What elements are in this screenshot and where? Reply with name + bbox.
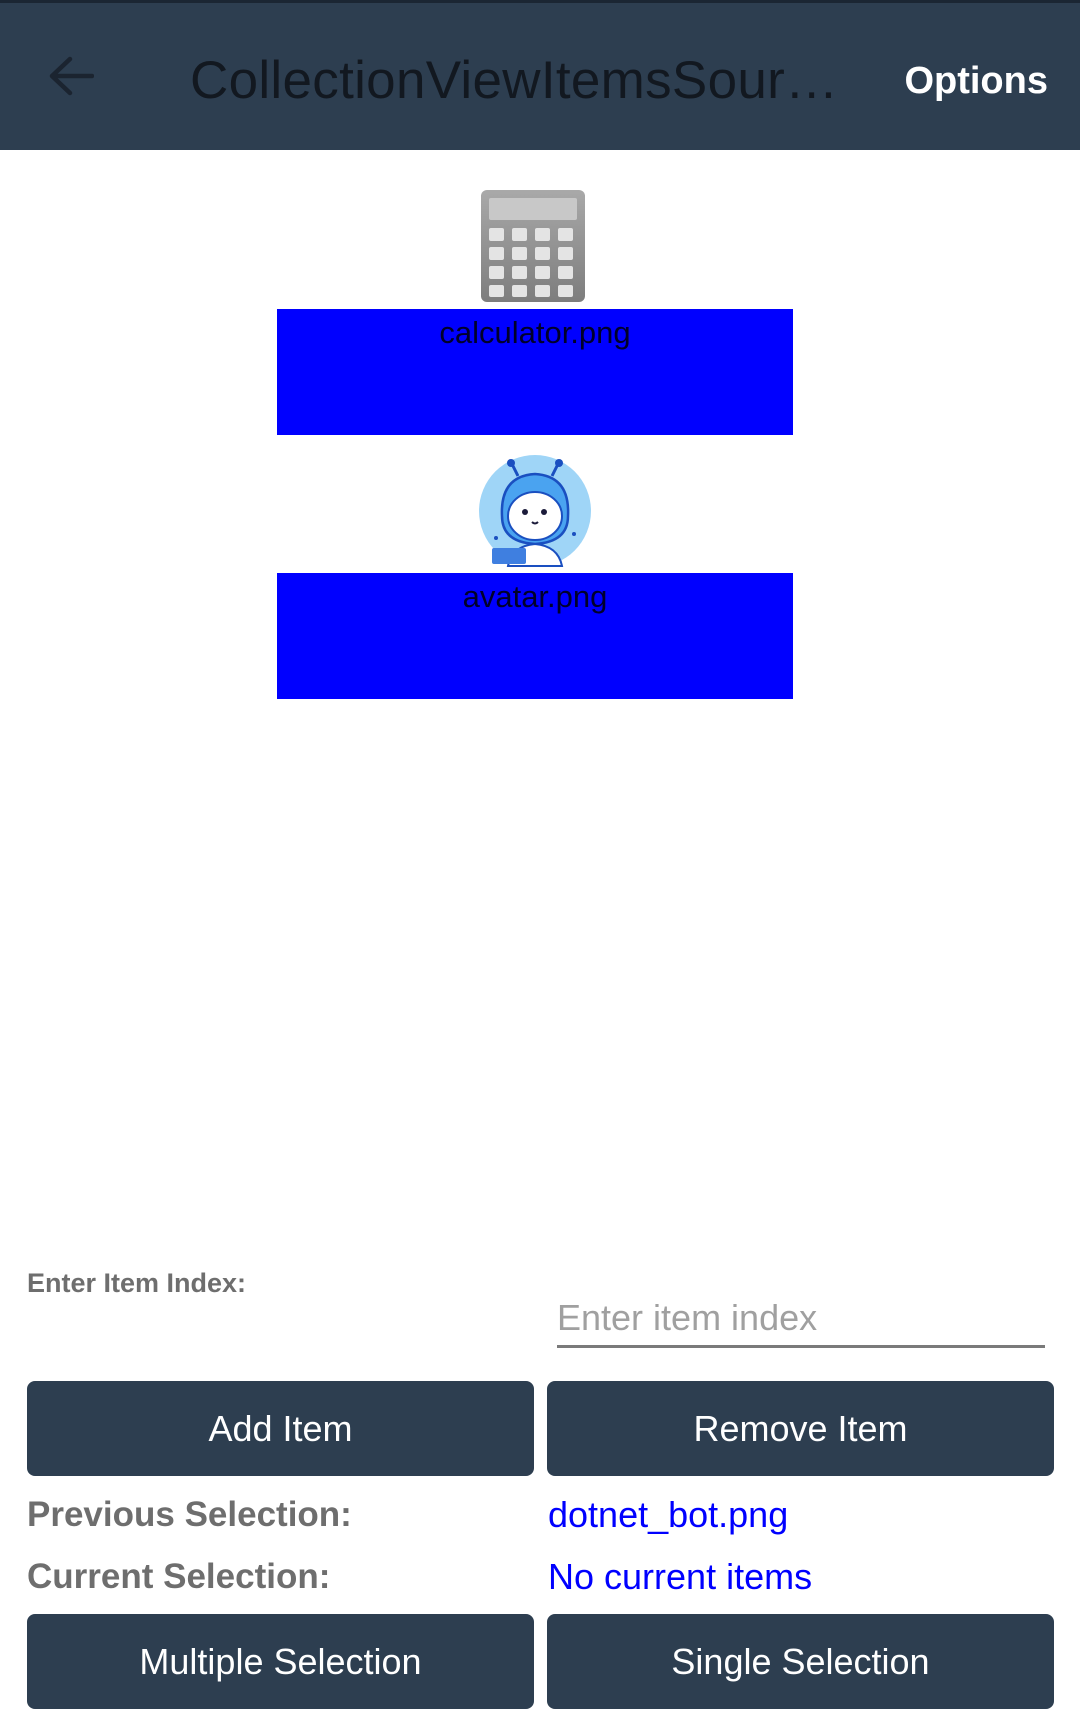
options-button[interactable]: Options — [904, 53, 1048, 109]
item-index-input[interactable] — [557, 1290, 1045, 1348]
current-selection-label: Current Selection: — [27, 1557, 331, 1596]
item-label: avatar.png — [462, 579, 608, 614]
avatar-icon — [479, 455, 591, 567]
item-label-box[interactable]: avatar.png — [277, 573, 793, 699]
collection-item-avatar[interactable]: avatar.png — [0, 414, 1080, 699]
previous-selection-label: Previous Selection: — [27, 1495, 352, 1534]
remove-item-button[interactable]: Remove Item — [547, 1381, 1054, 1476]
multiple-selection-button[interactable]: Multiple Selection — [27, 1614, 534, 1709]
app-bar: CollectionViewItemsSour… Options — [0, 0, 1080, 150]
current-selection-value: No current items — [548, 1556, 813, 1597]
arrow-left-icon — [49, 56, 94, 96]
item-index-label: Enter Item Index: — [27, 1268, 247, 1298]
single-selection-button[interactable]: Single Selection — [547, 1614, 1054, 1709]
previous-selection-value: dotnet_bot.png — [548, 1494, 789, 1535]
page-title: CollectionViewItemsSour… — [190, 51, 839, 110]
collection-item-calculator[interactable]: calculator.png — [0, 150, 1080, 435]
add-item-button[interactable]: Add Item — [27, 1381, 534, 1476]
calculator-icon — [481, 190, 585, 302]
back-button[interactable] — [40, 43, 102, 109]
item-label: calculator.png — [439, 315, 631, 350]
